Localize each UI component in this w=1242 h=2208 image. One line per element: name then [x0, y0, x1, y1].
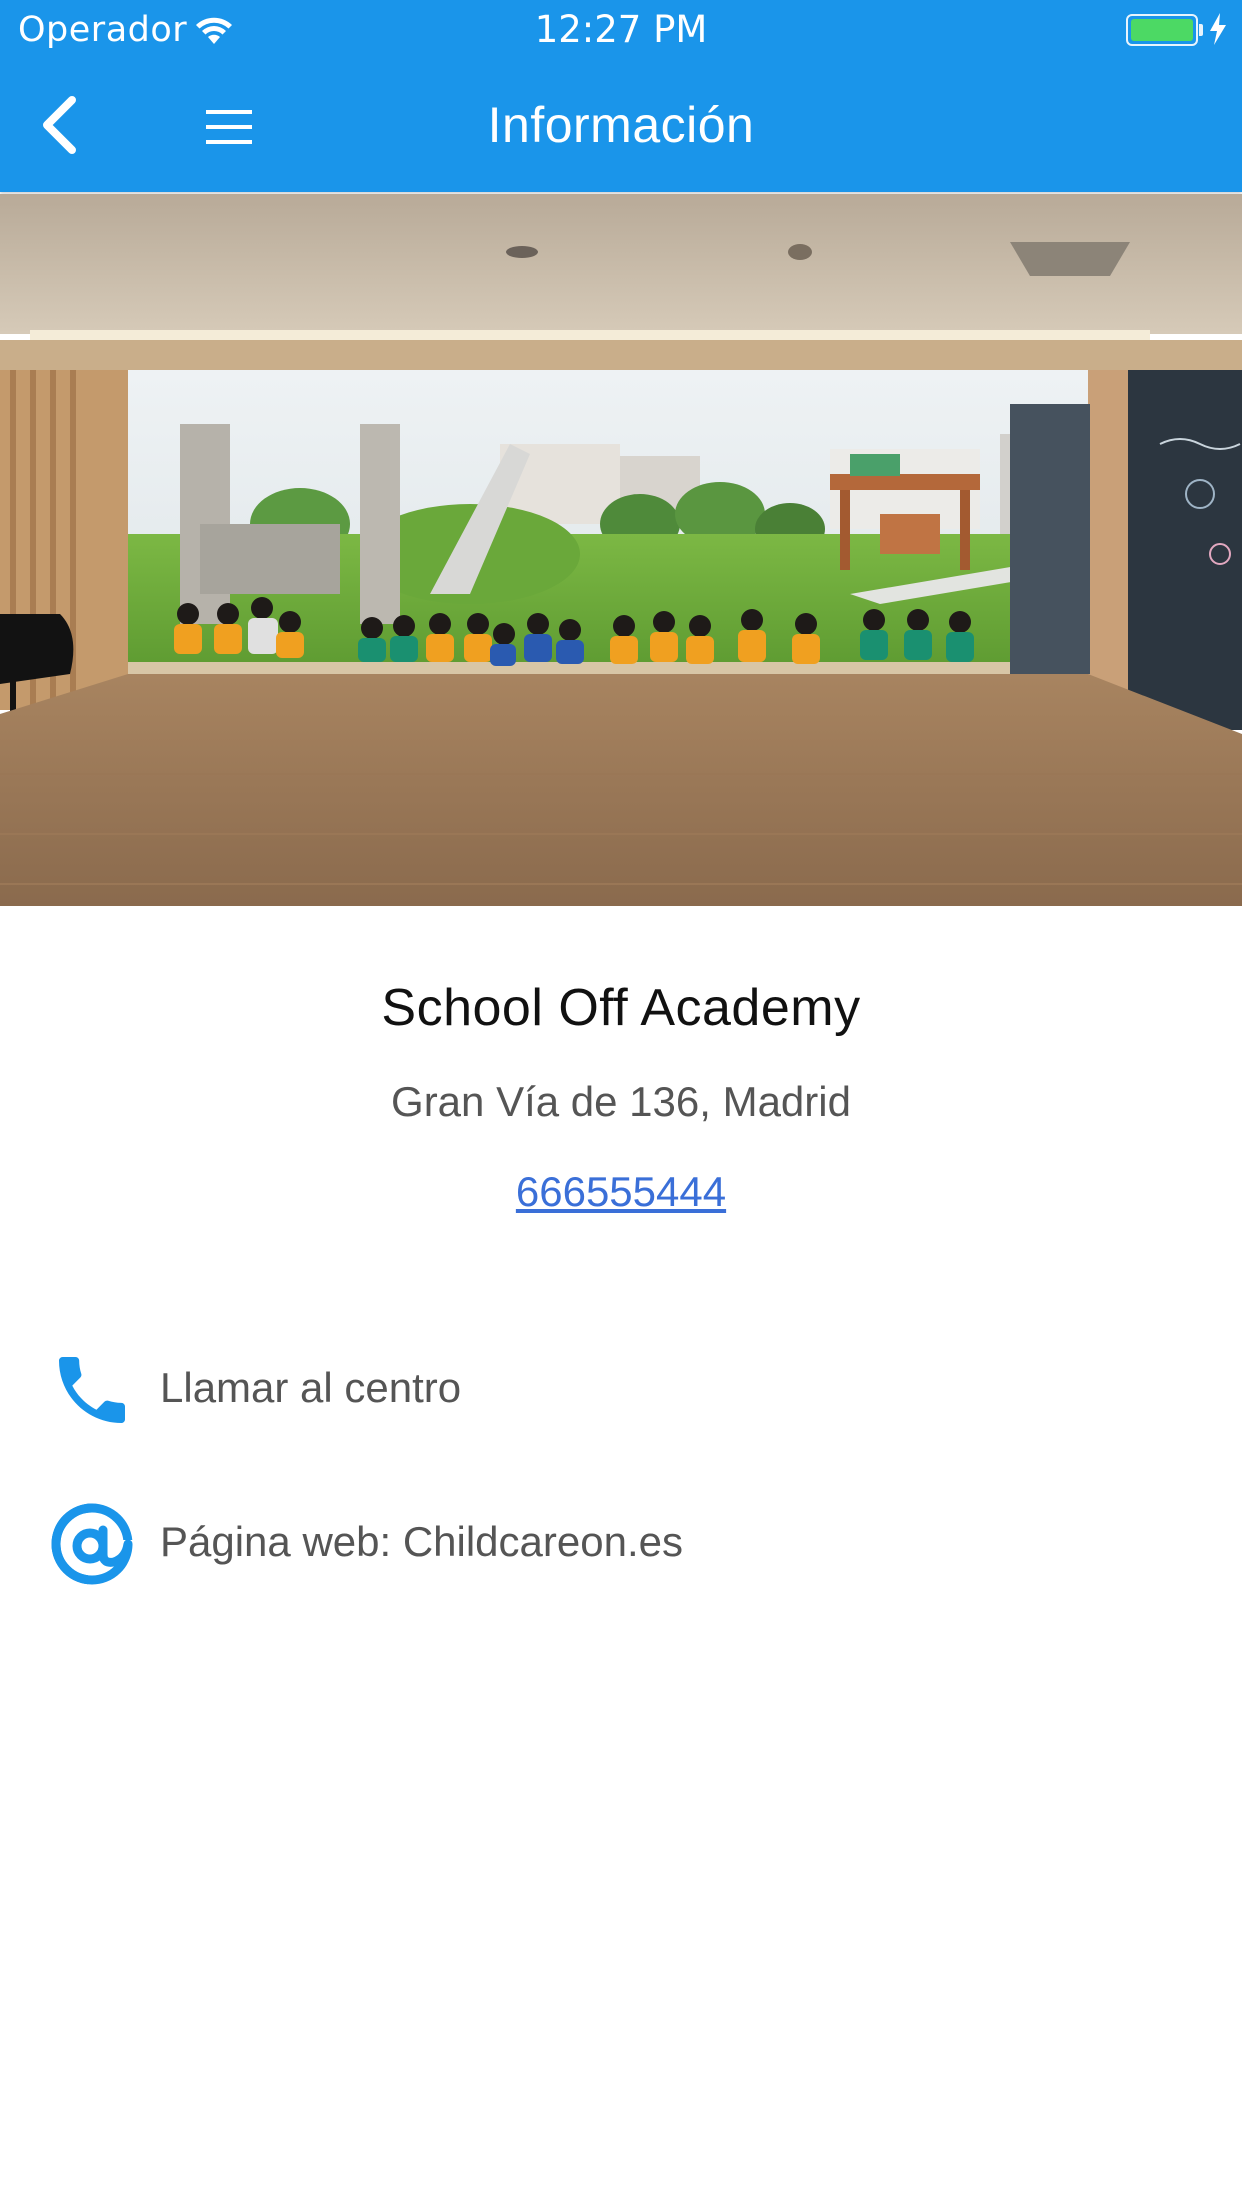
bolt-icon [1208, 12, 1228, 50]
call-center-label: Llamar al centro [160, 1364, 462, 1411]
school-phone-link[interactable]: 666555444 [516, 1168, 726, 1215]
call-center-action[interactable]: Llamar al centro [0, 1340, 1242, 1440]
phone-icon [48, 1346, 136, 1434]
navigation-bar: Información [0, 62, 1242, 192]
battery-icon [1126, 14, 1198, 46]
at-sign-icon [48, 1500, 136, 1588]
page-title: Información [487, 97, 755, 153]
website-label: Página web: Childcareon.es [160, 1518, 683, 1565]
status-time: 12:27 PM [534, 8, 708, 51]
website-action[interactable]: Página web: Childcareon.es [0, 1494, 1242, 1594]
app-header: Operador 12:27 PM Información [0, 0, 1242, 192]
classroom-photo [0, 194, 1242, 906]
school-name: School Off Academy [381, 979, 861, 1037]
status-bar: Operador 12:27 PM [0, 0, 1242, 62]
battery-tip [1199, 24, 1203, 36]
school-phone-link-wrapper: 666555444 [0, 1168, 1242, 1216]
school-address: Gran Vía de 136, Madrid [391, 1078, 851, 1125]
battery-level [1131, 19, 1193, 41]
